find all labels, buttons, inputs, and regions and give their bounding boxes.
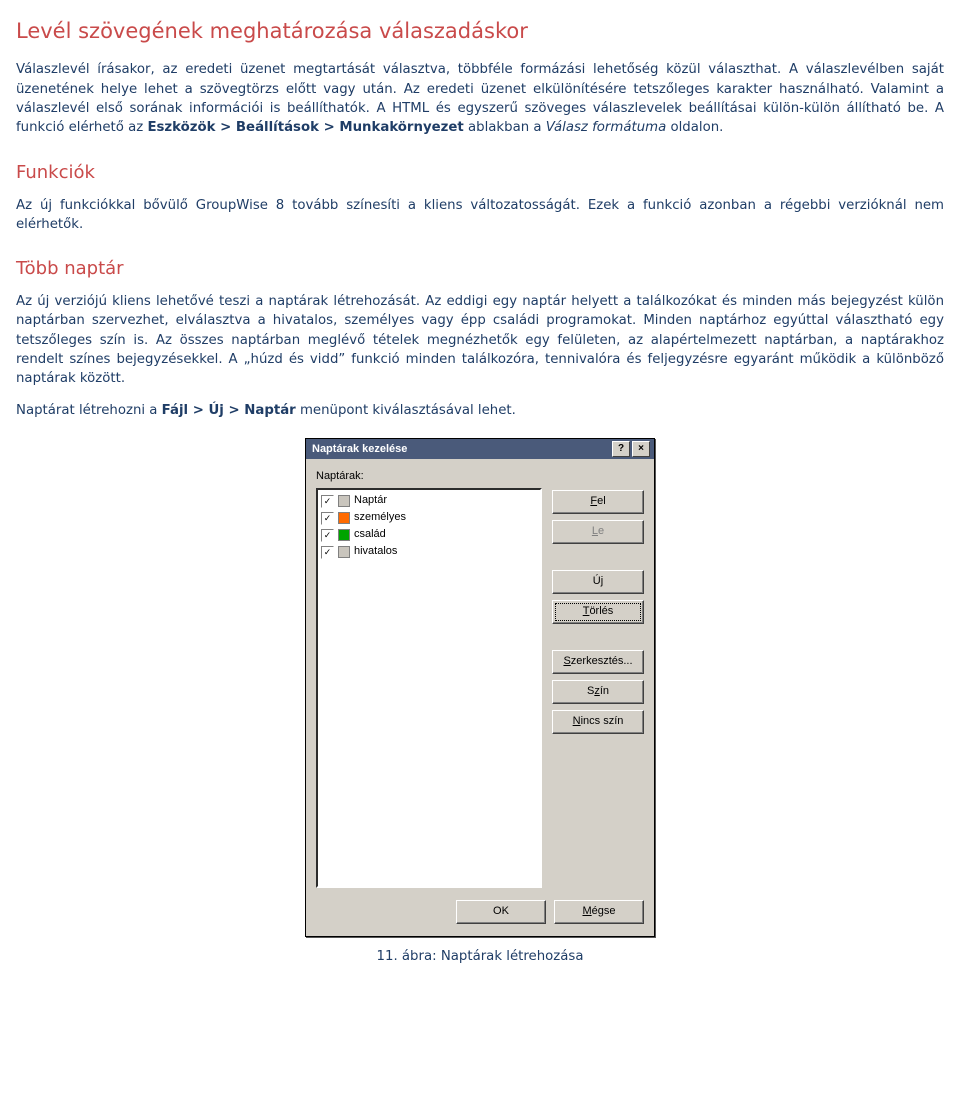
menu-path: Eszközök > Beállítások > Munkakörnyezet <box>147 120 463 135</box>
checkbox-icon[interactable]: ✓ <box>321 546 334 559</box>
color-swatch <box>338 529 350 541</box>
no-color-button[interactable]: Nincs szín <box>552 710 644 734</box>
dialog-manage-calendars: Naptárak kezelése ? × Naptárak: ✓ Naptár <box>305 438 655 937</box>
color-swatch <box>338 495 350 507</box>
delete-button[interactable]: Törlés <box>552 600 644 624</box>
help-icon[interactable]: ? <box>612 441 630 457</box>
item-label: hivatalos <box>354 544 397 560</box>
paragraph-calendars-1: Az új verziójú kliens lehetővé teszi a n… <box>16 292 944 388</box>
page-name: Válasz formátuma <box>546 120 667 135</box>
calendar-listbox[interactable]: ✓ Naptár ✓ személyes ✓ család <box>316 488 542 888</box>
text: menüpont kiválasztásával lehet. <box>296 403 516 418</box>
list-item[interactable]: ✓ hivatalos <box>321 544 537 561</box>
figure-caption: 11. ábra: Naptárak létrehozása <box>16 947 944 966</box>
checkbox-icon[interactable]: ✓ <box>321 529 334 542</box>
list-item[interactable]: ✓ Naptár <box>321 493 537 510</box>
dialog-titlebar[interactable]: Naptárak kezelése ? × <box>306 439 654 459</box>
move-down-button[interactable]: Le <box>552 520 644 544</box>
color-button[interactable]: Szín <box>552 680 644 704</box>
text: ablakban a <box>464 120 546 135</box>
move-up-button[interactable]: Fel <box>552 490 644 514</box>
list-item[interactable]: ✓ család <box>321 527 537 544</box>
checkbox-icon[interactable]: ✓ <box>321 495 334 508</box>
paragraph-reply: Válaszlevél írásakor, az eredeti üzenet … <box>16 60 944 137</box>
item-label: személyes <box>354 510 406 526</box>
text: Naptárat létrehozni a <box>16 403 162 418</box>
list-label: Naptárak: <box>316 469 542 485</box>
color-swatch <box>338 512 350 524</box>
figure-dialog: Naptárak kezelése ? × Naptárak: ✓ Naptár <box>16 438 944 937</box>
ok-button[interactable]: OK <box>456 900 546 924</box>
close-icon[interactable]: × <box>632 441 650 457</box>
item-label: Naptár <box>354 493 387 509</box>
heading-reply-text: Levél szövegének meghatározása válaszadá… <box>16 16 944 46</box>
text: oldalon. <box>666 120 723 135</box>
paragraph-calendars-2: Naptárat létrehozni a Fájl > Új > Naptár… <box>16 401 944 420</box>
menu-path: Fájl > Új > Naptár <box>162 403 296 418</box>
item-label: család <box>354 527 386 543</box>
cancel-button[interactable]: Mégse <box>554 900 644 924</box>
heading-multiple-calendars: Több naptár <box>16 256 944 282</box>
paragraph-functions: Az új funkciókkal bővülő GroupWise 8 tov… <box>16 196 944 235</box>
edit-button[interactable]: Szerkesztés... <box>552 650 644 674</box>
heading-functions: Funkciók <box>16 160 944 186</box>
color-swatch <box>338 546 350 558</box>
list-item[interactable]: ✓ személyes <box>321 510 537 527</box>
dialog-title: Naptárak kezelése <box>312 439 407 459</box>
checkbox-icon[interactable]: ✓ <box>321 512 334 525</box>
new-button[interactable]: Új <box>552 570 644 594</box>
